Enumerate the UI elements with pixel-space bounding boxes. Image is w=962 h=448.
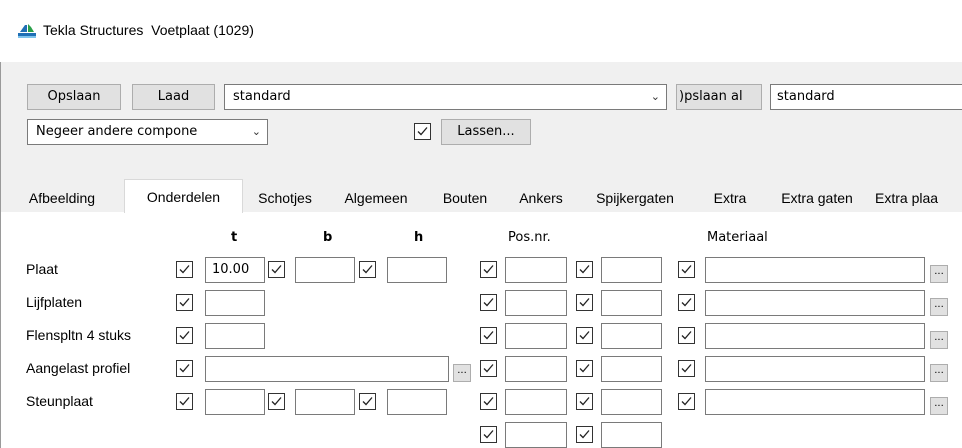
b-input[interactable] xyxy=(295,257,355,283)
ignore-combo-value: Negeer andere compone xyxy=(36,124,198,139)
material-browse-button[interactable]: ... xyxy=(930,265,948,283)
row-enable-checkbox[interactable] xyxy=(176,327,193,344)
material-input[interactable] xyxy=(705,290,925,316)
tab-schotjes[interactable]: Schotjes xyxy=(243,184,327,212)
pos-start-input[interactable] xyxy=(601,257,662,283)
t-input[interactable] xyxy=(205,290,265,316)
row-enable-checkbox[interactable] xyxy=(176,360,193,377)
b-checkbox[interactable] xyxy=(268,393,285,410)
material-checkbox[interactable] xyxy=(678,294,695,311)
app-name: Tekla Structures xyxy=(43,22,144,38)
pos-prefix-checkbox[interactable] xyxy=(480,360,497,377)
profile-input[interactable] xyxy=(205,356,449,382)
tab-extra-gaten[interactable]: Extra gaten xyxy=(767,184,867,212)
pos-prefix-input[interactable] xyxy=(505,422,567,448)
welds-button[interactable]: Lassen... xyxy=(441,119,531,145)
preset-select[interactable]: standard ⌄ xyxy=(224,84,667,110)
pos-prefix-input[interactable] xyxy=(505,323,567,349)
row-label: Lijfplaten xyxy=(26,294,83,310)
material-input[interactable] xyxy=(705,257,925,283)
pos-start-checkbox[interactable] xyxy=(576,393,593,410)
material-input[interactable] xyxy=(705,323,925,349)
h-checkbox[interactable] xyxy=(359,261,376,278)
pos-prefix-input[interactable] xyxy=(505,389,567,415)
save-as-button[interactable]: )pslaan al xyxy=(676,84,762,110)
row-label: Steunplaat xyxy=(26,393,93,409)
pos-start-checkbox[interactable] xyxy=(576,360,593,377)
pos-start-input[interactable] xyxy=(601,290,662,316)
row-label: Flenspltn 4 stuks xyxy=(26,327,132,343)
tab-algemeen[interactable]: Algemeen xyxy=(327,184,425,212)
profile-browse-button[interactable]: ... xyxy=(453,364,471,382)
b-checkbox[interactable] xyxy=(268,261,285,278)
pos-prefix-checkbox[interactable] xyxy=(480,393,497,410)
material-browse-button[interactable]: ... xyxy=(930,364,948,382)
material-checkbox[interactable] xyxy=(678,261,695,278)
pos-start-checkbox[interactable] xyxy=(576,327,593,344)
column-header-b: b xyxy=(323,230,333,245)
tab-ankers[interactable]: Ankers xyxy=(505,184,577,212)
ignore-components-select[interactable]: Negeer andere compone ⌄ xyxy=(27,119,268,145)
dialog-title: Voetplaat (1029) xyxy=(151,22,254,38)
t-input[interactable]: 10.00 xyxy=(205,257,265,283)
b-input[interactable] xyxy=(295,389,355,415)
material-browse-button[interactable]: ... xyxy=(930,397,948,415)
row-enable-checkbox[interactable] xyxy=(176,294,193,311)
h-checkbox[interactable] xyxy=(359,393,376,410)
pos-start-checkbox[interactable] xyxy=(576,426,593,443)
pos-prefix-checkbox[interactable] xyxy=(480,327,497,344)
column-header-pos-nr: Pos.nr. xyxy=(508,230,551,245)
material-browse-button[interactable]: ... xyxy=(930,331,948,349)
window-title: Tekla Structures Voetplaat (1029) xyxy=(43,22,254,38)
pos-start-checkbox[interactable] xyxy=(576,261,593,278)
pos-prefix-checkbox[interactable] xyxy=(480,426,497,443)
material-input[interactable] xyxy=(705,356,925,382)
tab-extra-platen[interactable]: Extra plaa xyxy=(867,184,962,212)
t-input[interactable] xyxy=(205,323,265,349)
chevron-down-icon: ⌄ xyxy=(650,90,660,103)
tab-bouten[interactable]: Bouten xyxy=(425,184,505,212)
title-bar: Tekla Structures Voetplaat (1029) xyxy=(0,0,962,62)
tab-spijkergaten[interactable]: Spijkergaten xyxy=(577,184,693,212)
welds-checkbox[interactable] xyxy=(414,123,431,140)
chevron-down-icon: ⌄ xyxy=(251,125,261,138)
row-enable-checkbox[interactable] xyxy=(176,393,193,410)
row-label: Aangelast profiel xyxy=(26,360,131,376)
pos-start-input[interactable] xyxy=(601,356,662,382)
material-checkbox[interactable] xyxy=(678,360,695,377)
pos-prefix-input[interactable] xyxy=(505,257,567,283)
row-enable-checkbox[interactable] xyxy=(176,261,193,278)
t-input[interactable] xyxy=(205,389,265,415)
load-button[interactable]: Laad xyxy=(132,84,215,110)
pos-start-checkbox[interactable] xyxy=(576,294,593,311)
preset-value: standard xyxy=(233,89,291,104)
column-header-materiaal: Materiaal xyxy=(707,230,768,245)
tekla-logo-icon xyxy=(18,24,36,38)
save-button[interactable]: Opslaan xyxy=(27,84,121,110)
pos-start-input[interactable] xyxy=(601,323,662,349)
pos-prefix-input[interactable] xyxy=(505,356,567,382)
pos-prefix-checkbox[interactable] xyxy=(480,294,497,311)
pos-prefix-input[interactable] xyxy=(505,290,567,316)
pos-start-input[interactable] xyxy=(601,389,662,415)
pos-start-input[interactable] xyxy=(601,422,662,448)
tab-onderdelen[interactable]: Onderdelen xyxy=(124,179,243,213)
pos-prefix-checkbox[interactable] xyxy=(480,261,497,278)
h-input[interactable] xyxy=(387,389,447,415)
save-as-name-input[interactable]: standard xyxy=(770,84,962,110)
column-header-h: h xyxy=(414,230,424,245)
tab-afbeelding[interactable]: Afbeelding xyxy=(1,184,123,212)
h-input[interactable] xyxy=(387,257,447,283)
tab-extra[interactable]: Extra xyxy=(693,184,767,212)
component-dialog: Tekla Structures Voetplaat (1029) Opslaa… xyxy=(0,0,962,448)
material-browse-button[interactable]: ... xyxy=(930,298,948,316)
column-header-t: t xyxy=(231,230,238,245)
material-checkbox[interactable] xyxy=(678,327,695,344)
material-input[interactable] xyxy=(705,389,925,415)
row-label: Plaat xyxy=(26,261,58,277)
material-checkbox[interactable] xyxy=(678,393,695,410)
